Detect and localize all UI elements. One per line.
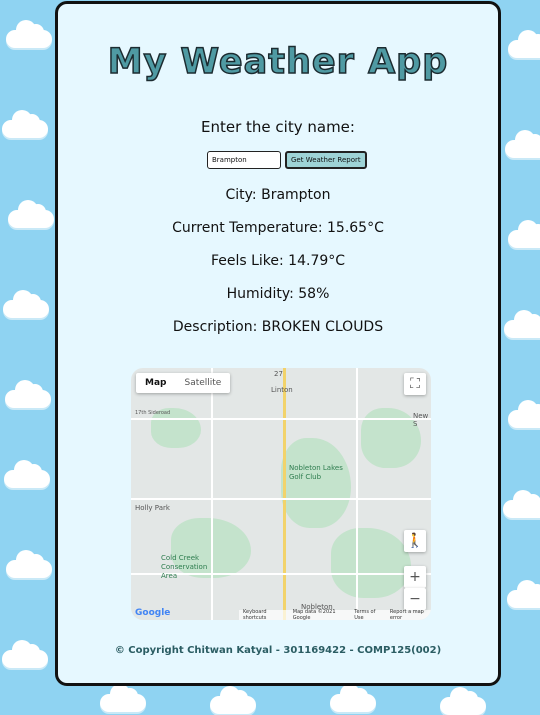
zoom-in-button[interactable]: +: [404, 566, 426, 588]
map-road: [283, 368, 286, 620]
cloud-decoration: [503, 490, 540, 518]
cloud-decoration: [505, 130, 540, 158]
map-label-holly-park: Holly Park: [135, 504, 170, 512]
description-result: Description: BROKEN CLOUDS: [172, 319, 384, 335]
keyboard-shortcuts-link[interactable]: Keyboard shortcuts: [243, 609, 285, 620]
zoom-out-button[interactable]: −: [404, 588, 426, 610]
map-road: [211, 368, 213, 620]
park-area: [361, 408, 421, 468]
cloud-decoration: [508, 30, 540, 58]
fullscreen-icon[interactable]: ⛶: [404, 373, 426, 395]
feels-like-result: Feels Like: 14.79°C: [210, 253, 346, 269]
report-error-link[interactable]: Report a map error: [390, 609, 431, 620]
map-label-route: 27: [274, 370, 283, 378]
cloud-decoration: [3, 290, 49, 318]
map-data-text: Map data ©2021 Google: [292, 609, 336, 620]
cloud-decoration: [2, 110, 48, 138]
park-area: [281, 438, 351, 528]
cloud-decoration: [508, 400, 540, 428]
city-prompt-label: Enter the city name:: [201, 118, 355, 136]
cloud-decoration: [330, 684, 376, 712]
map-type-tabs: Map Satellite: [136, 373, 231, 393]
app-title: My Weather App: [107, 41, 449, 83]
cloud-decoration: [100, 684, 146, 712]
cloud-decoration: [6, 550, 52, 578]
copyright-footer: © Copyright Chitwan Katyal - 301169422 -…: [114, 645, 442, 656]
cloud-decoration: [4, 460, 50, 488]
map-attribution: Keyboard shortcuts Map data ©2021 Google…: [239, 609, 431, 620]
google-logo: Google: [135, 608, 171, 618]
humidity-result: Humidity: 58%: [226, 286, 330, 302]
map-road: [131, 418, 431, 420]
cloud-decoration: [5, 380, 51, 408]
park-area: [331, 528, 411, 598]
cloud-decoration: [507, 580, 540, 608]
cloud-decoration: [440, 687, 486, 715]
cloud-decoration: [508, 220, 540, 248]
cloud-decoration: [2, 640, 48, 668]
map-label-linton: Linton: [271, 386, 293, 394]
temperature-result: Current Temperature: 15.65°C: [172, 220, 384, 236]
cloud-decoration: [210, 686, 256, 714]
map-label-sideroad: 17th Sideroad: [135, 410, 171, 416]
cloud-decoration: [504, 310, 540, 338]
city-search-row: Get Weather Report: [207, 151, 367, 169]
map-road: [356, 368, 358, 620]
city-result: City: Brampton: [225, 187, 331, 203]
map-widget[interactable]: 27 Linton New S Nobleton Lakes Golf Club…: [131, 368, 431, 620]
map-label-new-s: New S: [413, 412, 429, 428]
get-weather-report-button[interactable]: Get Weather Report: [285, 151, 367, 169]
weather-card: My Weather App Enter the city name: Get …: [55, 1, 501, 686]
city-input[interactable]: [207, 151, 281, 169]
tab-satellite[interactable]: Satellite: [175, 373, 230, 393]
map-road: [131, 498, 431, 500]
pegman-icon[interactable]: 🚶: [404, 530, 426, 552]
cloud-decoration: [8, 200, 54, 228]
terms-link[interactable]: Terms of Use: [354, 609, 382, 620]
map-label-golf-club: Nobleton Lakes Golf Club: [289, 464, 343, 481]
map-label-cold-creek: Cold Creek Conservation Area: [161, 554, 208, 580]
cloud-decoration: [6, 20, 52, 48]
tab-map[interactable]: Map: [136, 373, 175, 393]
